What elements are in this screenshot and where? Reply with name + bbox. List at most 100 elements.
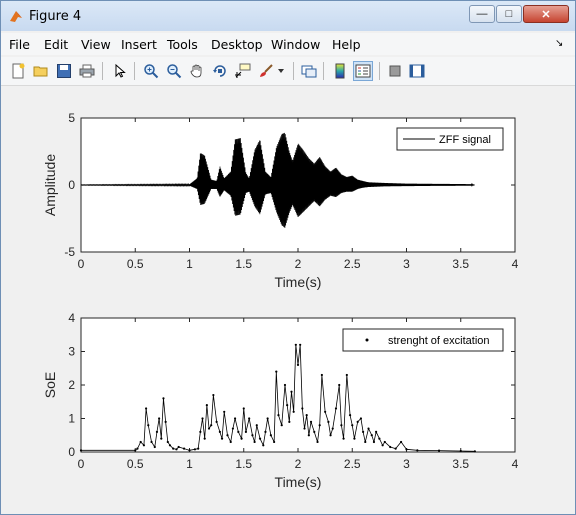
soe-point: [277, 414, 280, 417]
link-plot-icon[interactable]: [299, 61, 319, 81]
soe-point: [136, 447, 139, 450]
dock-arrow-icon[interactable]: ↘: [555, 38, 563, 49]
legend-zff[interactable]: ZFF signal: [396, 127, 504, 151]
soe-point: [318, 424, 321, 427]
soe-point: [147, 424, 150, 427]
menu-window[interactable]: Window: [271, 37, 320, 52]
x-tick-label: 1.5: [235, 257, 252, 271]
soe-point: [370, 434, 373, 437]
soe-point: [280, 424, 283, 427]
soe-point: [327, 420, 330, 423]
soe-point: [305, 414, 308, 417]
axes-soe[interactable]: 0 0.5 1 1.5 2 2.5 3 3.5 4 4 3 2 1 0 strenght of excit…: [42, 311, 519, 490]
x-tick-label: 0.5: [127, 257, 144, 271]
soe-point: [283, 383, 287, 387]
pan-hand-icon[interactable]: [187, 61, 207, 81]
insert-colorbar-icon[interactable]: [330, 61, 350, 81]
soe-point: [229, 440, 232, 444]
x-tick-label: 0.5: [127, 457, 144, 471]
x-tick-label: 3: [403, 257, 410, 271]
toolbar-separator: [102, 62, 103, 80]
x-tick-label: 2: [295, 257, 302, 271]
soe-point: [139, 440, 142, 444]
soe-point: [237, 430, 240, 433]
print-icon[interactable]: [77, 61, 97, 81]
soe-point: [182, 447, 186, 450]
save-icon[interactable]: [54, 61, 74, 81]
show-plot-tools-icon[interactable]: [407, 61, 427, 81]
legend-zff-label: ZFF signal: [439, 134, 491, 146]
soe-point: [172, 447, 175, 450]
soe-point: [375, 430, 378, 433]
x-tick-label: 4: [512, 457, 519, 471]
soe-point: [203, 437, 206, 440]
menu-insert[interactable]: Insert: [121, 37, 157, 52]
brush-dropdown-icon[interactable]: [276, 61, 286, 81]
close-button[interactable]: ✕: [523, 5, 569, 23]
figure-window: Figure 4 — □ ✕ File Edit View Insert Too…: [0, 0, 576, 515]
soe-point: [240, 437, 243, 440]
soe-point: [340, 424, 343, 427]
x-tick-label: 0: [78, 257, 85, 271]
y-tick-label: 2: [68, 378, 75, 392]
soe-point: [177, 445, 180, 449]
figure-toolbar: [1, 57, 575, 86]
soe-point: [324, 410, 327, 413]
menu-tools[interactable]: Tools: [167, 37, 198, 52]
menu-file[interactable]: File: [9, 37, 30, 52]
soe-point: [381, 444, 384, 447]
open-file-icon[interactable]: [31, 61, 51, 81]
soe-point: [416, 449, 419, 452]
menu-view[interactable]: View: [81, 37, 111, 52]
soe-point: [394, 447, 397, 450]
axes-soe-ylabel: SoE: [42, 372, 58, 398]
hide-plot-tools-icon[interactable]: [385, 61, 405, 81]
soe-point: [359, 417, 363, 420]
legend-soe-label: strenght of excitation: [388, 335, 490, 347]
soe-point: [364, 440, 367, 444]
window-title: Figure 4: [29, 9, 82, 24]
soe-point: [316, 440, 319, 444]
soe-point: [145, 407, 148, 410]
menu-help[interactable]: Help: [332, 37, 361, 52]
soe-point: [459, 449, 462, 453]
toolbar-separator: [293, 62, 294, 80]
insert-legend-icon[interactable]: [353, 61, 373, 81]
menu-edit[interactable]: Edit: [44, 37, 68, 52]
soe-point: [193, 448, 197, 451]
x-tick-label: 2: [295, 457, 302, 471]
maximize-icon: □: [505, 8, 513, 20]
soe-point: [372, 440, 376, 444]
axes-soe-xlabel: Time(s): [275, 474, 322, 490]
maximize-button[interactable]: □: [496, 5, 522, 23]
select-arrow-icon[interactable]: [110, 61, 130, 81]
minimize-icon: —: [476, 8, 488, 20]
soe-point: [299, 343, 302, 346]
brush-icon[interactable]: [256, 61, 276, 81]
soe-point: [188, 449, 191, 452]
soe-point: [356, 420, 359, 423]
soe-point: [288, 420, 291, 423]
soe-point: [205, 404, 208, 407]
new-figure-icon[interactable]: [8, 61, 28, 81]
y-tick-label: 0: [68, 178, 75, 192]
soe-point: [253, 440, 256, 444]
rotate-3d-icon[interactable]: [210, 61, 230, 81]
soe-point: [294, 343, 297, 346]
axes-amplitude[interactable]: 0 0.5 1 1.5 2 2.5 3 3.5 450-5 ZFF signal Time(s)…: [42, 111, 519, 290]
soe-point: [378, 437, 381, 440]
zoom-in-icon[interactable]: [141, 61, 161, 81]
soe-point: [331, 427, 334, 430]
soe-point: [160, 437, 163, 440]
y-tick-label: 0: [68, 445, 75, 459]
soe-point: [334, 407, 338, 410]
menu-desktop[interactable]: Desktop: [211, 37, 263, 52]
soe-point: [215, 420, 218, 423]
minimize-button[interactable]: —: [469, 5, 495, 23]
legend-soe[interactable]: strenght of excitation: [342, 328, 504, 352]
data-cursor-icon[interactable]: [233, 61, 253, 81]
title-bar[interactable]: Figure 4 — □ ✕: [1, 1, 575, 31]
soe-point: [197, 447, 200, 450]
zoom-out-icon[interactable]: [164, 61, 184, 81]
x-tick-label: 2.5: [344, 257, 361, 271]
